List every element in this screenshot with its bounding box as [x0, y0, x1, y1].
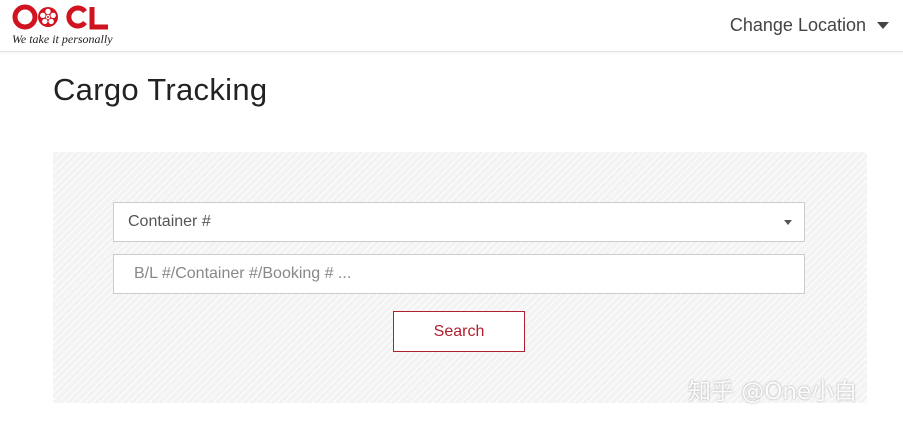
oocl-logo-mark [12, 4, 108, 30]
caret-down-icon [877, 21, 889, 29]
brand-tagline: We take it personally [12, 32, 113, 46]
change-location-dropdown[interactable]: Change Location [730, 13, 889, 37]
tracking-number-input[interactable] [113, 254, 805, 294]
watermark-text: 知乎 @One小白 [688, 379, 858, 405]
oocl-logo[interactable]: We take it personally [12, 4, 137, 48]
tracking-search-panel: Container # Search [53, 152, 867, 403]
tracking-type-select[interactable]: Container # [113, 202, 805, 242]
page-title: Cargo Tracking [53, 72, 268, 107]
tracking-type-value: Container # [128, 213, 211, 230]
top-header: We take it personally Change Location [0, 0, 903, 52]
search-button[interactable]: Search [393, 311, 525, 352]
change-location-label: Change Location [729, 14, 866, 35]
dropdown-arrow-icon [784, 220, 792, 225]
